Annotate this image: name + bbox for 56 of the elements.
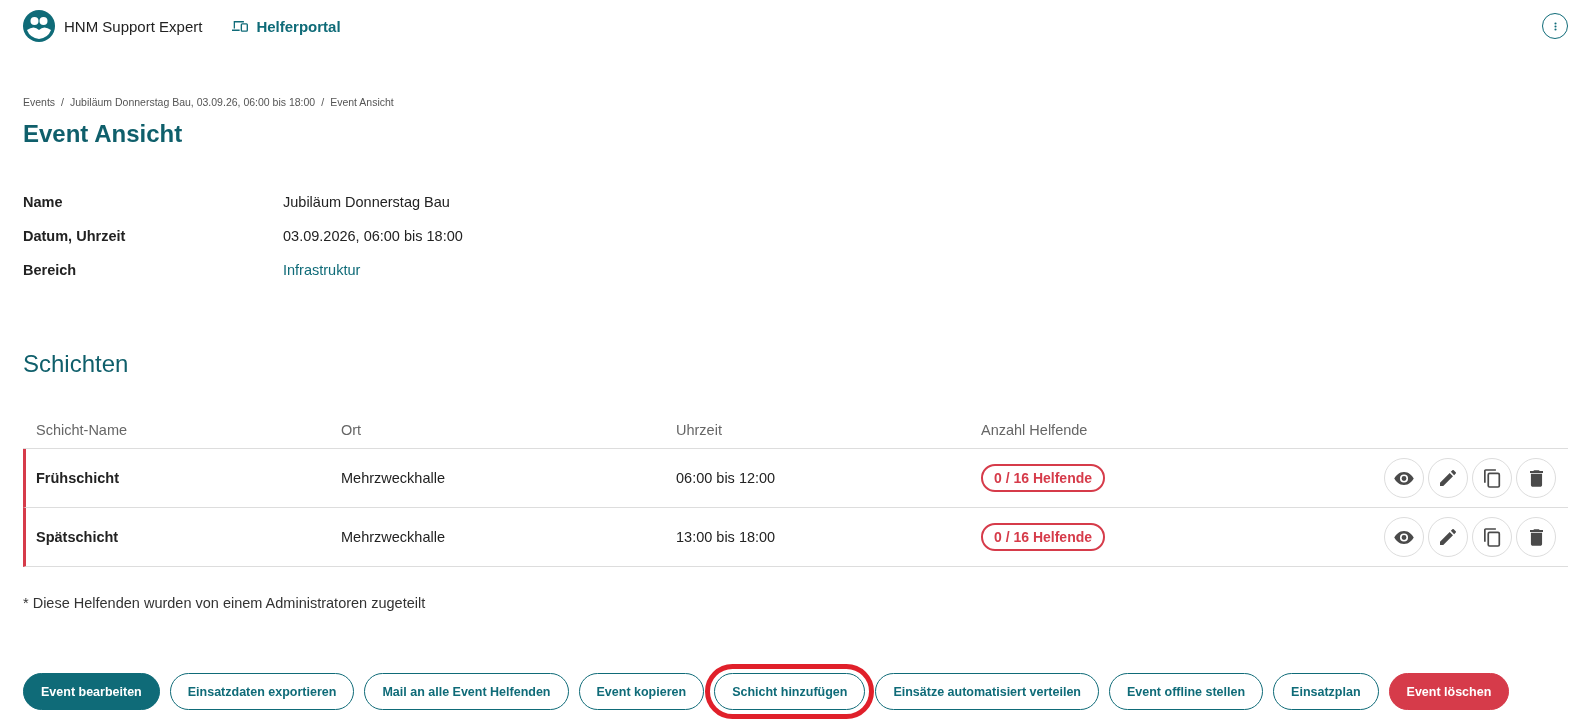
helper-count-badge: 0 / 16 Helfende: [981, 464, 1106, 492]
people-logo-icon: [23, 10, 55, 42]
breadcrumb-link[interactable]: Event Ansicht: [330, 96, 394, 108]
helper-count-badge: 0 / 16 Helfende: [981, 523, 1106, 551]
table-cell-text: Mehrzweckhalle: [341, 470, 446, 486]
portal-link[interactable]: Helferportal: [232, 17, 341, 35]
shift-name: Spätschicht: [36, 529, 120, 545]
view-button[interactable]: [1384, 458, 1424, 498]
page-title: Event Ansicht: [23, 120, 184, 148]
action-button[interactable]: Einsätze automatisiert verteilen: [875, 673, 1099, 710]
breadcrumb-link[interactable]: Events: [23, 96, 56, 108]
trash-icon: [1529, 469, 1543, 487]
breadcrumb-separator: /: [321, 96, 325, 108]
detail-label: Datum, Uhrzeit: [23, 228, 127, 244]
more-options-button[interactable]: [1542, 13, 1568, 39]
column-header: Uhrzeit: [676, 422, 723, 438]
detail-label: Name: [23, 194, 64, 210]
column-header: Schicht-Name: [36, 422, 129, 438]
breadcrumb-link[interactable]: Jubiläum Donnerstag Bau, 03.09.26, 06:00 bis 18:00: [70, 96, 316, 108]
eye-icon: [1394, 530, 1414, 544]
more-vertical-icon: [1553, 21, 1557, 31]
detail-value: Jubiläum Donnerstag Bau: [283, 194, 451, 210]
copy-button[interactable]: [1472, 517, 1512, 557]
column-header: Ort: [341, 422, 363, 438]
copy-button[interactable]: [1472, 458, 1512, 498]
action-button[interactable]: Mail an alle Event Helfenden: [364, 673, 569, 710]
edit-button[interactable]: [1428, 458, 1468, 498]
app-name: HNM Support Expert: [64, 17, 203, 35]
action-button[interactable]: Event bearbeiten: [23, 673, 160, 710]
action-button[interactable]: Event offline stellen: [1109, 673, 1264, 710]
table-cell-text: 13:00 bis 18:00: [676, 529, 777, 545]
detail-link[interactable]: Infrastruktur: [283, 262, 463, 278]
action-button[interactable]: Event löschen: [1388, 673, 1510, 710]
action-button[interactable]: Einsatzdaten exportieren: [169, 673, 355, 710]
trash-icon: [1529, 528, 1543, 546]
pencil-icon: [1440, 470, 1456, 486]
eye-icon: [1394, 471, 1414, 485]
breadcrumb-separator: /: [61, 96, 65, 108]
detail-label: Bereich: [23, 262, 78, 278]
action-button[interactable]: Event kopieren: [578, 673, 705, 710]
copy-icon: [1483, 527, 1501, 547]
pencil-icon: [1440, 529, 1456, 545]
table-cell-text: 06:00 bis 12:00: [676, 470, 777, 486]
view-button[interactable]: [1384, 517, 1424, 557]
column-header: Anzahl Helfende: [981, 422, 1089, 438]
shift-name: Frühschicht: [36, 470, 120, 486]
edit-button[interactable]: [1428, 517, 1468, 557]
devices-icon: [232, 20, 250, 32]
action-button[interactable]: Einsatzplan: [1273, 673, 1379, 710]
delete-button[interactable]: [1516, 458, 1556, 498]
delete-button[interactable]: [1516, 517, 1556, 557]
copy-icon: [1483, 468, 1501, 488]
footnote: * Diese Helfenden wurden von einem Administratoren zugeteilt: [23, 595, 427, 611]
detail-value: 03.09.2026, 06:00 bis 18:00: [283, 228, 463, 244]
table-cell-text: Mehrzweckhalle: [341, 529, 446, 545]
section-heading: Schichten: [23, 350, 130, 378]
